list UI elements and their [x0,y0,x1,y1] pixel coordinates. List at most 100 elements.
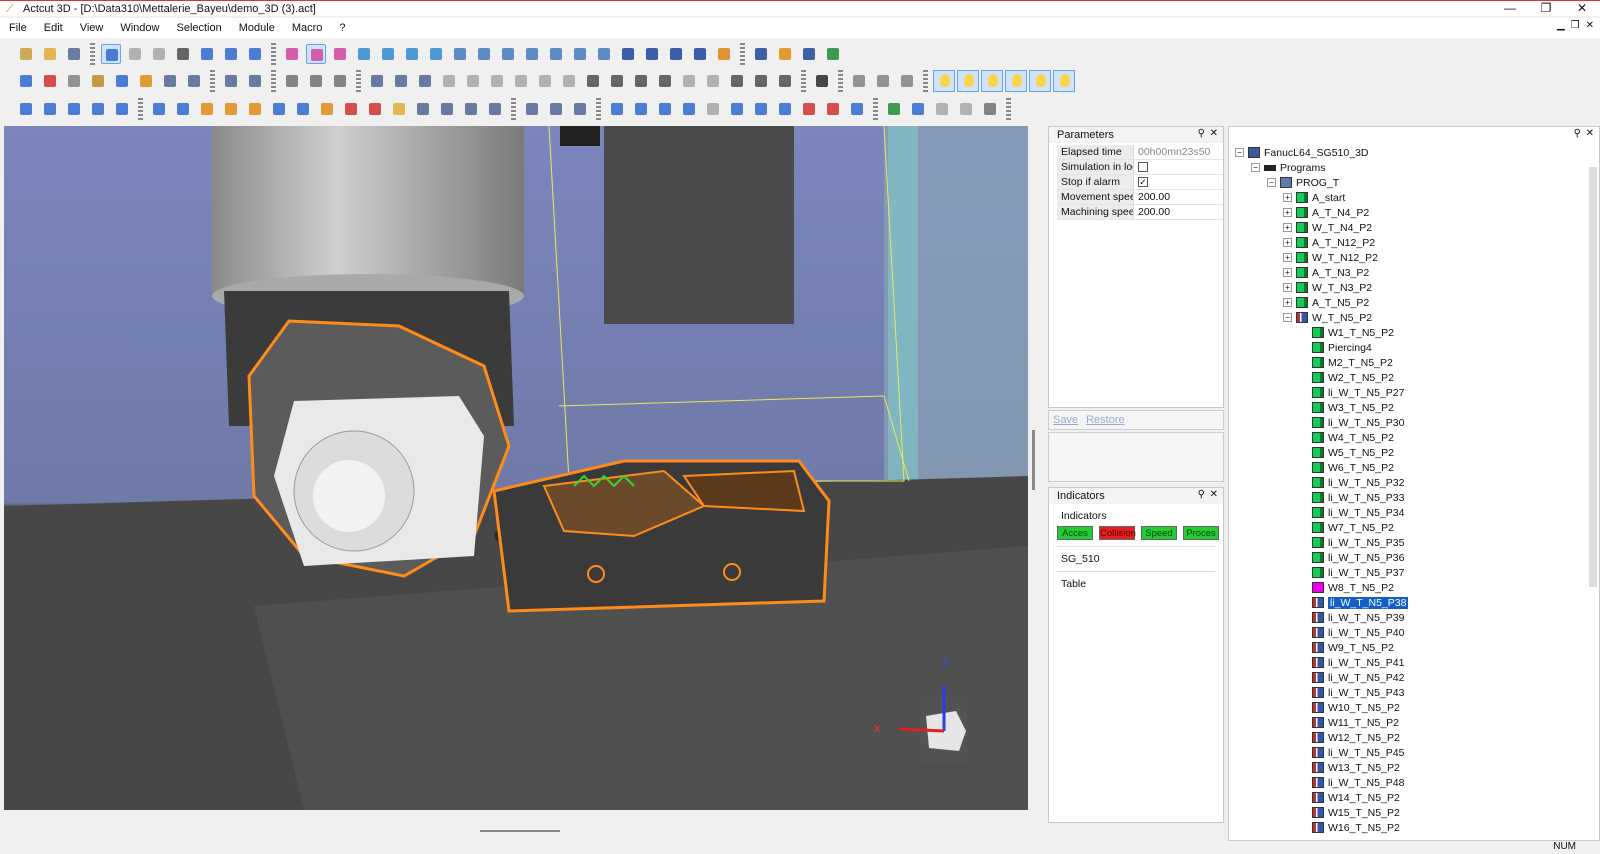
tree-node[interactable]: + A_T_N5_P2 [1235,295,1408,310]
tree-node[interactable]: W5_T_N5_P2 [1235,445,1408,460]
toolbar-grip[interactable] [511,97,516,120]
grid-b-icon[interactable] [751,71,771,91]
tree-node[interactable]: li_W_T_N5_P38 [1235,595,1410,610]
maximize-button[interactable]: ❐ [1528,1,1564,15]
tool-change-icon[interactable] [112,71,132,91]
pin-icon[interactable]: ⚲ [1198,128,1205,139]
scale-icon[interactable] [703,71,723,91]
table-icon[interactable] [16,99,36,119]
align-v-icon[interactable] [607,71,627,91]
tree-node[interactable]: + A_T_N4_P2 [1235,205,1408,220]
tree-node[interactable]: − W_T_N5_P2 [1235,310,1408,325]
close-icon[interactable]: ✕ [1586,128,1594,139]
simulate-icon[interactable] [823,44,843,64]
close-icon[interactable]: ✕ [1210,489,1218,500]
grid-c-icon[interactable] [775,71,795,91]
sheet-icon[interactable] [112,99,132,119]
align-a-icon[interactable] [522,99,542,119]
sheet-gold-icon[interactable] [389,99,409,119]
parameter-value[interactable]: 200.00 [1133,205,1223,219]
toolbar-grip[interactable] [1006,97,1011,120]
restore-link[interactable]: Restore [1086,414,1125,426]
mdi-close-icon[interactable]: ✕ [1586,20,1594,31]
save-link[interactable]: Save [1053,414,1078,426]
arrow-right-2-icon[interactable] [173,99,193,119]
tree-b-icon[interactable] [908,99,928,119]
collapse-icon[interactable]: − [1235,148,1244,157]
tree-node[interactable]: W2_T_N5_P2 [1235,370,1408,385]
robot-icon[interactable] [269,99,289,119]
collapse-icon[interactable]: − [1283,313,1292,322]
toolbar-grip[interactable] [801,69,806,92]
expand-icon[interactable]: + [1283,208,1292,217]
toolbar-grip[interactable] [873,97,878,120]
expand-icon[interactable]: + [1283,298,1292,307]
bridge-icon[interactable] [463,71,483,91]
toolbar-grip[interactable] [596,97,601,120]
tree-node[interactable]: − PROG_T [1235,175,1408,190]
align-h-icon[interactable] [583,71,603,91]
toolbar-grip[interactable] [356,69,361,92]
align-b-icon[interactable] [546,99,566,119]
tree-node[interactable]: + A_T_N3_P2 [1235,265,1408,280]
fast-forward-icon[interactable] [655,99,675,119]
tree-node[interactable]: li_W_T_N5_P45 [1235,745,1408,760]
3d-viewport[interactable]: Z X [4,126,1028,810]
tree-node[interactable]: li_W_T_N5_P41 [1235,655,1408,670]
gear-icon[interactable] [980,99,1000,119]
zoom-out-icon[interactable] [426,44,446,64]
toolbar-grip[interactable] [740,42,745,65]
expand-icon[interactable]: + [1283,193,1292,202]
tree-node[interactable]: Piercing4 [1235,340,1408,355]
tree-node[interactable]: W4_T_N5_P2 [1235,430,1408,445]
light-bulb-icon[interactable] [1005,69,1027,92]
offset-icon[interactable] [306,71,326,91]
tree-node[interactable]: li_W_T_N5_P40 [1235,625,1408,640]
expand-icon[interactable]: + [1283,253,1292,262]
splitter-handle[interactable] [1032,430,1035,490]
menu-edit[interactable]: Edit [35,22,71,34]
tree-node[interactable]: W7_T_N5_P2 [1235,520,1408,535]
tree-node[interactable]: li_W_T_N5_P30 [1235,415,1408,430]
cut-path-icon[interactable] [367,71,387,91]
light-bulb-icon[interactable] [981,69,1003,92]
tree-node[interactable]: − FanucL64_SG510_3D [1235,145,1408,160]
stack-a-icon[interactable] [413,99,433,119]
close-icon[interactable]: ✕ [1210,128,1218,139]
expand-icon[interactable]: + [1283,268,1292,277]
pause-icon[interactable] [703,99,723,119]
sort-icon[interactable] [40,99,60,119]
toolbar-grip[interactable] [271,69,276,92]
mdi-minimize-icon[interactable]: ▁ [1557,20,1565,31]
arrow-left-icon[interactable] [149,99,169,119]
list-icon[interactable] [812,71,832,91]
extend-icon[interactable] [245,44,265,64]
indicator-collision[interactable]: Collision [1099,526,1136,540]
grid-icon[interactable] [799,44,819,64]
tree-node[interactable]: W12_T_N5_P2 [1235,730,1408,745]
layer-a-icon[interactable] [160,71,180,91]
copy-icon[interactable] [221,71,241,91]
view-iso-icon[interactable] [594,44,614,64]
tree-node[interactable]: + W_T_N3_P2 [1235,280,1408,295]
select-arrow-icon[interactable] [101,43,121,64]
save-icon[interactable] [64,44,84,64]
tree-node[interactable]: li_W_T_N5_P48 [1235,775,1408,790]
trim-icon[interactable] [197,44,217,64]
view-top-icon[interactable] [546,44,566,64]
indicator-acces[interactable]: Acces [1057,526,1093,540]
mirror-icon[interactable] [282,71,302,91]
dots-c-icon[interactable] [897,71,917,91]
paint-icon[interactable] [775,44,795,64]
sort-2-icon[interactable] [64,99,84,119]
toolbar-grip[interactable] [138,97,143,120]
cut-star-icon[interactable] [341,99,361,119]
rotate-icon[interactable] [679,71,699,91]
step-back-icon[interactable] [607,99,627,119]
pan-icon[interactable] [378,44,398,64]
person-icon[interactable] [88,71,108,91]
expand-icon[interactable]: + [1283,238,1292,247]
parameter-checkbox[interactable]: ✓ [1138,177,1148,187]
play-icon[interactable] [679,99,699,119]
zoom-fit-icon[interactable] [618,44,638,64]
